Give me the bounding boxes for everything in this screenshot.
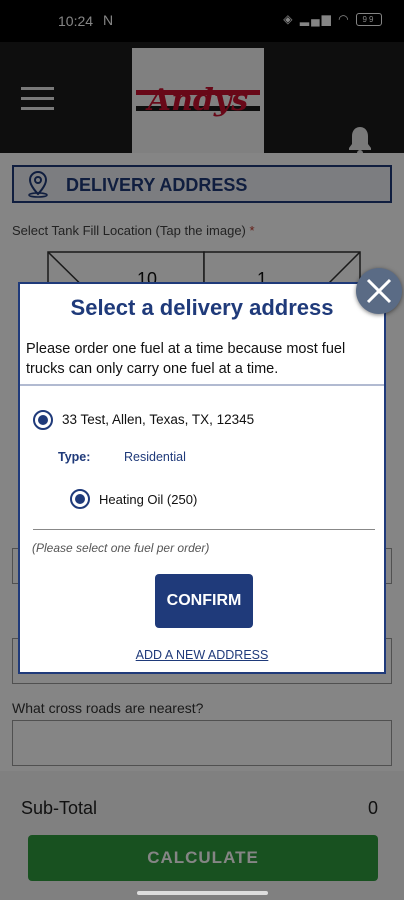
add-new-address-link[interactable]: ADD A NEW ADDRESS [20, 648, 384, 662]
close-dialog-button[interactable] [356, 268, 402, 314]
confirm-button[interactable]: CONFIRM [155, 574, 253, 628]
divider [33, 529, 375, 530]
fuel-radio[interactable] [70, 489, 90, 509]
type-label: Type: [58, 450, 91, 464]
dialog-note: Please order one fuel at a time because … [26, 341, 346, 377]
close-icon [366, 278, 392, 304]
select-address-dialog: Select a delivery address Please order o… [18, 282, 386, 674]
fuel-hint: (Please select one fuel per order) [32, 541, 210, 555]
type-value: Residential [124, 450, 186, 464]
fuel-text[interactable]: Heating Oil (250) [99, 492, 197, 507]
dialog-title: Select a delivery address [70, 295, 334, 320]
address-text[interactable]: 33 Test, Allen, Texas, TX, 12345 [62, 412, 254, 427]
divider [20, 384, 384, 386]
address-radio[interactable] [33, 410, 53, 430]
home-indicator[interactable] [137, 891, 268, 895]
